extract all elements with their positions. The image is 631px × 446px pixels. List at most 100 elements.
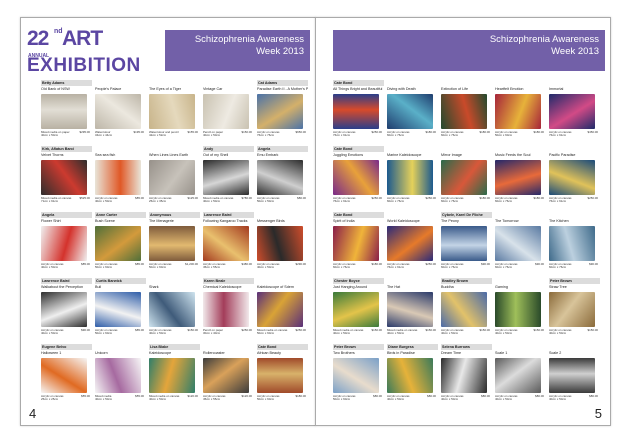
artwork-entry: When Lines Lines Earth Acrylic on canvas 2… [149, 153, 200, 205]
artwork-details: Mixed media on canvas 50cm x 60cm $250.00 [257, 328, 308, 337]
artwork-entry: Rollercoaster Acrylic on canvas 45cm x 55c… [203, 351, 254, 403]
artwork-entry: Scale 1 Acrylic on canvas 40cm x 50cm $80.0… [495, 351, 546, 403]
artwork-price: $1,200.00 [185, 262, 198, 266]
artwork-title: The Menagerie [149, 219, 174, 223]
artwork-entry: Immortal Acrylic on canvas 76cm x 91cm $450… [549, 87, 600, 139]
artist-name: Cybele, Karel De Fliche [441, 212, 492, 218]
artwork-price: $250.00 [295, 328, 306, 332]
artwork-image [149, 358, 195, 393]
artist-name: Anne Carter [95, 212, 146, 218]
artwork-title: Scale 2 [549, 351, 562, 355]
artwork-entry: Chemical Kaleidoscope Pencil on paper 30cm… [203, 285, 254, 337]
artwork-price: $150.00 [587, 328, 598, 332]
artwork-details: Acrylic on canvas 50cm x 60cm $85.00 [95, 328, 146, 337]
artwork-price: $250.00 [371, 130, 382, 134]
catalogue-row: Cate Bond All Things Bright and Beautiful… [333, 80, 601, 140]
artwork-title: Shark [149, 285, 159, 289]
artwork-price: $90.00 [81, 328, 90, 332]
artwork-details: Acrylic on canvas 40cm x 50cm $150.00 [549, 328, 600, 337]
artist-name: Chester Boyce [333, 278, 384, 284]
artwork-title: African Beauty [257, 351, 281, 355]
artwork-details: Acrylic on canvas 50cm x 60cm $1,200.00 [149, 262, 200, 271]
artwork-title: Birds in Paradise [387, 351, 415, 355]
banner-line-2: Week 2013 [256, 46, 304, 57]
artwork-title: Unicorn [95, 351, 108, 355]
artwork-details: Mixed media on paper 40cm x 50cm $295.00 [41, 130, 92, 139]
artwork-details: Acrylic on canvas 40cm x 50cm $85.00 [95, 196, 146, 205]
artwork-details: Acrylic on canvas 60cm x 76cm $180.00 [495, 196, 546, 205]
artwork-image [495, 358, 541, 393]
artwork-image [149, 94, 195, 129]
artist-name: Karen Beale [203, 278, 254, 284]
artwork-title: Old Bank of NSW [41, 87, 70, 91]
artwork-price: $150.00 [533, 328, 544, 332]
artwork-size: 40cm x 50cm [549, 397, 567, 402]
artwork-price: $80.00 [373, 394, 382, 398]
artist-name: Cate Bond [333, 80, 384, 86]
artwork-image [549, 292, 595, 327]
artwork-title: Walkabout the Perception [41, 285, 84, 289]
artwork-size: 76cm x 76cm [257, 133, 275, 138]
artist-name: Lawrence Baird [203, 212, 254, 218]
artwork-price: $55.00 [81, 394, 90, 398]
artwork-image [441, 160, 487, 195]
artist-name: Peter Brown [549, 278, 600, 284]
artwork-details: Mixed media 40cm x 50cm $55.00 [95, 394, 146, 403]
artwork-entry: Diving with Death Acrylic on canvas 60cm x… [387, 87, 438, 139]
artwork-entry: Heartfelt Emotion Acrylic on canvas 50cm x… [495, 87, 546, 139]
artwork-title: Gaming [495, 285, 508, 289]
artwork-size: 40cm x 50cm [203, 133, 221, 138]
artwork-image [333, 160, 379, 195]
artwork-image [441, 226, 487, 261]
artwork-details: Acrylic on canvas 60cm x 76cm $180.00 [441, 130, 492, 139]
artwork-price: $150.00 [241, 130, 252, 134]
artwork-image [257, 226, 303, 261]
artwork-price: $90.00 [481, 262, 490, 266]
artwork-title: Extinction of Life [441, 87, 469, 91]
artist-name: Selena Burrows [441, 344, 492, 350]
artwork-details: Acrylic on canvas 40cm x 50cm $80.00 [549, 394, 600, 403]
artwork-size: 60cm x 76cm [387, 199, 405, 204]
artwork-details: Acrylic on canvas 40cm x 50cm $90.00 [41, 328, 92, 337]
artwork-details: Mixed media on canvas 40cm x 50cm $120.00 [149, 394, 200, 403]
artwork-entry: Kaleidoscope of Sdem Mixed media on canva… [257, 285, 308, 337]
artwork-size: 50cm x 60cm [95, 331, 113, 336]
artwork-image [95, 292, 141, 327]
artwork-details: Acrylic on canvas 25cm x 35cm $125.00 [149, 196, 200, 205]
artwork-size: 40cm x 50cm [203, 199, 221, 204]
artwork-details: Acrylic on canvas 76cm x 91cm $450.00 [549, 130, 600, 139]
artwork-size: 50cm x 60cm [257, 331, 275, 336]
artwork-entry: Unicorn Mixed media 40cm x 50cm $55.00 [95, 351, 146, 403]
artwork-price: $250.00 [371, 196, 382, 200]
banner-line-2: Week 2013 [551, 46, 599, 57]
artwork-size: 60cm x 76cm [549, 265, 567, 270]
artwork-price: $55.00 [135, 394, 144, 398]
artwork-title: Bush Scene [95, 219, 115, 223]
artwork-price: $150.00 [187, 328, 198, 332]
artwork-image [95, 94, 141, 129]
artwork-image [257, 160, 303, 195]
artwork-size: 25cm x 35cm [149, 199, 167, 204]
artwork-details: Pencil on paper 40cm x 50cm $150.00 [203, 130, 254, 139]
artwork-details: Acrylic on canvas 76cm x 76cm $650.00 [257, 130, 308, 139]
artwork-image [387, 160, 433, 195]
artist-name: Diane Burgess [387, 344, 438, 350]
artwork-details: Pencil on paper 30cm x 40cm $250.00 [203, 328, 254, 337]
catalogue-right: Cate Bond All Things Bright and Beautiful… [333, 80, 601, 407]
artist-name: Cate Bond [257, 344, 308, 350]
artwork-size: 40cm x 50cm [149, 331, 167, 336]
artwork-size: 40cm x 50cm [495, 331, 513, 336]
artwork-details: Watercolour and pencil 42cm x 52cm $155.00 [149, 130, 200, 139]
artist-name: Anonymous [149, 212, 200, 218]
artwork-size: 40cm x 50cm [95, 397, 113, 402]
catalogue-row: Cate Bond Juggling Emotions Acrylic on can… [333, 146, 601, 206]
artwork-image [441, 292, 487, 327]
artwork-details: Acrylic on canvas 45cm x 55cm $120.00 [203, 394, 254, 403]
artwork-details: Acrylic on canvas 40cm x 50cm $150.00 [441, 328, 492, 337]
artwork-title: Bull [95, 285, 102, 289]
artwork-details: Mixed media on canvas 71cm x 91cm $525.00 [41, 196, 92, 205]
artwork-size: 25cm x 25cm [41, 397, 59, 402]
banner-line-1: Schizophrenia Awareness [489, 34, 599, 45]
artwork-entry: The Peony Acrylic on canvas 60cm x 76cm $90… [441, 219, 492, 271]
artwork-title: All Things Bright and Beautiful [333, 87, 383, 91]
